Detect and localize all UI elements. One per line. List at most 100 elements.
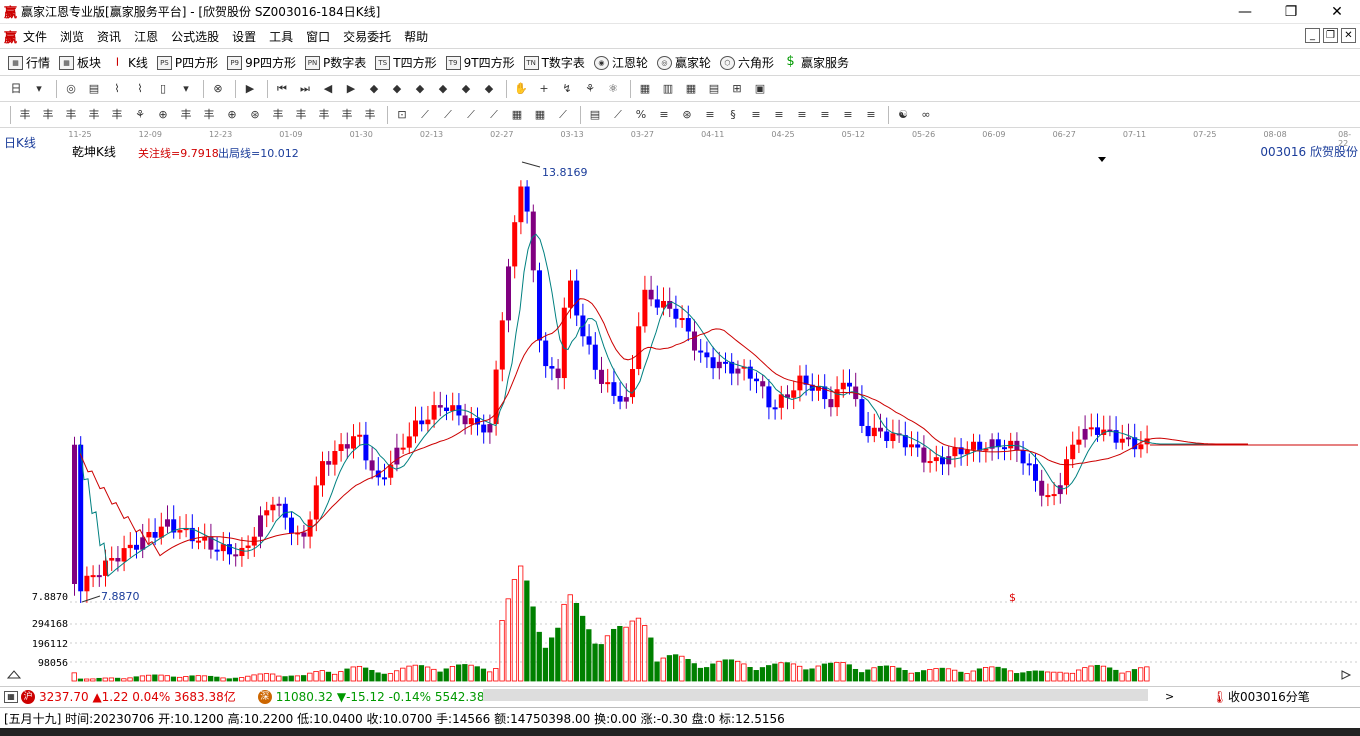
play-icon[interactable]: ▶	[242, 81, 258, 97]
menu-info[interactable]: 资讯	[97, 28, 121, 45]
diamond-icon[interactable]: ◆	[435, 81, 451, 97]
line-tool-icon[interactable]: 丰	[316, 107, 332, 123]
menu-formula[interactable]: 公式选股	[171, 28, 219, 45]
trend-icon[interactable]: ⟋	[417, 107, 433, 123]
export-icon[interactable]: ▣	[752, 81, 768, 97]
cancel-icon[interactable]: ⊗	[210, 81, 226, 97]
flower-icon[interactable]: ⚘	[132, 107, 148, 123]
mdi-minimize-icon[interactable]: _	[1305, 28, 1320, 43]
first-icon[interactable]: ⏮	[274, 81, 290, 97]
fib-icon[interactable]: ≡	[817, 107, 833, 123]
hand-icon[interactable]: ✋	[513, 81, 529, 97]
fib-icon[interactable]: ≡	[748, 107, 764, 123]
horizontal-scrollbar[interactable]	[483, 689, 1148, 701]
restore-icon[interactable]: ❐	[1268, 0, 1314, 24]
grid-icon[interactable]: ▥	[660, 81, 676, 97]
prev-icon[interactable]: ◀	[320, 81, 336, 97]
next-icon[interactable]: ▶	[343, 81, 359, 97]
section-icon[interactable]: §	[725, 107, 741, 123]
mdi-close-icon[interactable]: ✕	[1341, 28, 1356, 43]
toolbar-9psquare-button[interactable]: P9 9P四方形	[227, 54, 296, 71]
scroll-right-icon[interactable]: >	[1165, 690, 1174, 703]
toolbar-psquare-button[interactable]: PS P四方形	[156, 54, 218, 71]
infinity-icon[interactable]: ∞	[918, 107, 934, 123]
wave-icon[interactable]: ⌇	[109, 81, 125, 97]
toolbar-quotes-button[interactable]: ▦ 行情	[8, 54, 50, 71]
fib-icon[interactable]: ≡	[656, 107, 672, 123]
fib-icon[interactable]: ≡	[702, 107, 718, 123]
line-tool-icon[interactable]: 丰	[17, 107, 33, 123]
mdi-restore-icon[interactable]: ❐	[1323, 28, 1338, 43]
toolbar-9tsquare-button[interactable]: T9 9T四方形	[445, 54, 515, 71]
overlay-icon[interactable]: ◎	[63, 81, 79, 97]
grid-icon[interactable]: ▦	[509, 107, 525, 123]
line-tool-icon[interactable]: 丰	[293, 107, 309, 123]
toolbar-blocks-button[interactable]: ▦ 板块	[59, 54, 101, 71]
line-tool-icon[interactable]: 丰	[178, 107, 194, 123]
line-tool-icon[interactable]: 丰	[109, 107, 125, 123]
kline-chart[interactable]: 294168 196112 98056 7.8870 13.8169 7.8870 $	[0, 129, 1360, 685]
sh-index-text[interactable]: 3237.70 ▲1.22 0.04% 3683.38亿	[39, 688, 236, 705]
calendar-icon[interactable]: ▦	[637, 81, 653, 97]
close-icon[interactable]: ✕	[1314, 0, 1360, 24]
line-tool-icon[interactable]: 丰	[63, 107, 79, 123]
table-icon[interactable]: ▦	[683, 81, 699, 97]
fib-icon[interactable]: ≡	[840, 107, 856, 123]
toolbar-tsquare-button[interactable]: TS T四方形	[375, 54, 437, 71]
minimize-icon[interactable]: —	[1222, 0, 1268, 24]
toolbar-tnumber-button[interactable]: TN T数字表	[523, 54, 585, 71]
doc-icon[interactable]: ▤	[86, 81, 102, 97]
dropdown-icon[interactable]: ▾	[178, 81, 194, 97]
fib-icon[interactable]: ≡	[771, 107, 787, 123]
atom-icon[interactable]: ⚛	[605, 81, 621, 97]
last-icon[interactable]: ⏭	[297, 81, 313, 97]
trend-icon[interactable]: ⟋	[486, 107, 502, 123]
wave2-icon[interactable]: ⌇	[132, 81, 148, 97]
trend-icon[interactable]: ⟋	[610, 107, 626, 123]
line-tool-icon[interactable]: 丰	[339, 107, 355, 123]
fib-icon[interactable]: ≡	[794, 107, 810, 123]
target-icon[interactable]: ⊕	[155, 107, 171, 123]
diamond-icon[interactable]: ◆	[481, 81, 497, 97]
line-tool-icon[interactable]: 丰	[270, 107, 286, 123]
menu-help[interactable]: 帮助	[404, 28, 428, 45]
diamond-icon[interactable]: ◆	[366, 81, 382, 97]
period-select-icon[interactable]: 日	[8, 81, 24, 97]
save-icon[interactable]: ▤	[706, 81, 722, 97]
menu-file[interactable]: 文件	[23, 28, 47, 45]
toolbar-service-button[interactable]: $ 赢家服务	[783, 54, 849, 71]
fib-icon[interactable]: ≡	[863, 107, 879, 123]
box-icon[interactable]: ⊡	[394, 107, 410, 123]
target-icon[interactable]: ⊕	[224, 107, 240, 123]
line-tool-icon[interactable]: 丰	[40, 107, 56, 123]
yinyang-icon[interactable]: ☯	[895, 107, 911, 123]
toolbar-pnumber-button[interactable]: PN P数字表	[305, 54, 366, 71]
bar-icon[interactable]: ▯	[155, 81, 171, 97]
toolbar-kline-button[interactable]: ┃ K线	[110, 54, 147, 71]
trend-icon[interactable]: ⟋	[555, 107, 571, 123]
diamond-icon[interactable]: ◆	[389, 81, 405, 97]
menu-trade[interactable]: 交易委托	[343, 28, 391, 45]
period-label[interactable]: 日K线	[4, 134, 36, 151]
menu-settings[interactable]: 设置	[232, 28, 256, 45]
diamond-icon[interactable]: ◆	[412, 81, 428, 97]
trend-icon[interactable]: ⟋	[440, 107, 456, 123]
table-icon[interactable]: ▤	[587, 107, 603, 123]
line-tool-icon[interactable]: 丰	[86, 107, 102, 123]
sz-index-text[interactable]: 11080.32 ▼-15.12 -0.14% 5542.38	[276, 690, 485, 704]
menu-tools[interactable]: 工具	[269, 28, 293, 45]
dropdown-icon[interactable]: ▾	[31, 81, 47, 97]
percent-icon[interactable]: %	[633, 107, 649, 123]
toolbar-gann-wheel-button[interactable]: ◉ 江恩轮	[593, 54, 648, 71]
menu-window[interactable]: 窗口	[306, 28, 330, 45]
star-icon[interactable]: ⊛	[247, 107, 263, 123]
line-tool-icon[interactable]: 丰	[362, 107, 378, 123]
zigzag-icon[interactable]: ↯	[559, 81, 575, 97]
diamond-icon[interactable]: ◆	[458, 81, 474, 97]
star-icon[interactable]: ⊛	[679, 107, 695, 123]
grid-icon[interactable]: ▦	[4, 690, 18, 703]
flower-icon[interactable]: ⚘	[582, 81, 598, 97]
grid-icon[interactable]: ▦	[532, 107, 548, 123]
line-tool-icon[interactable]: 丰	[201, 107, 217, 123]
ticks-label[interactable]: 收003016分笔	[1228, 688, 1310, 705]
